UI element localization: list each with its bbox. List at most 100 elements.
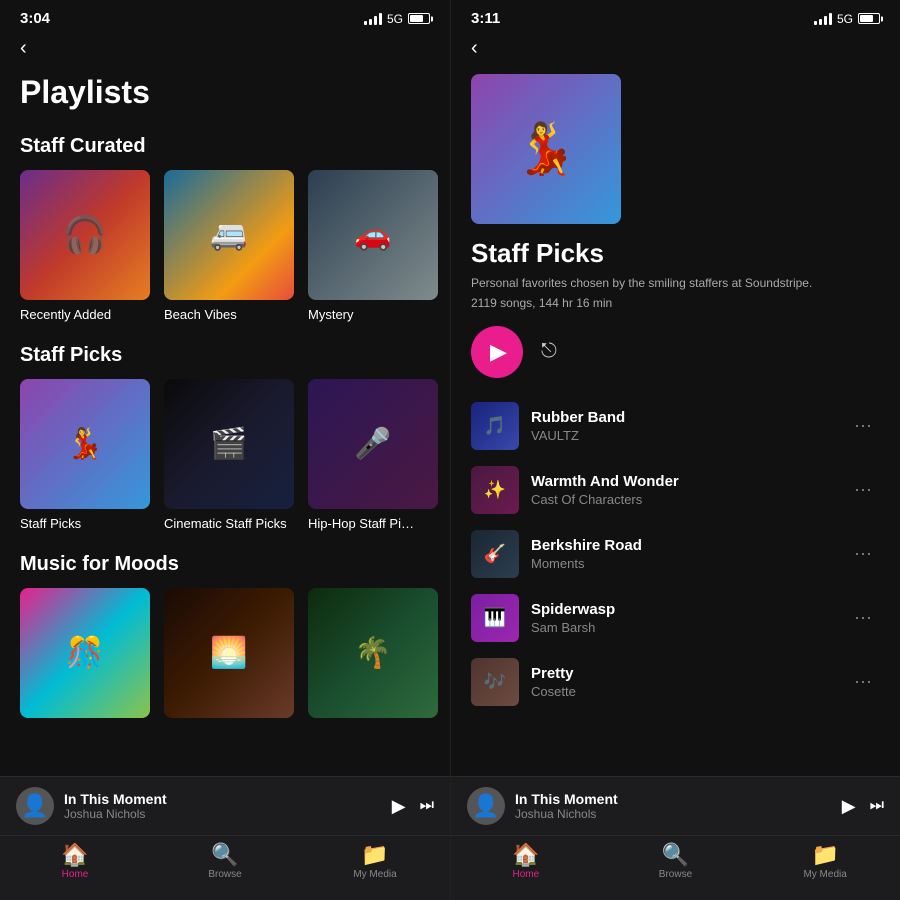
skip-button-left[interactable]: ⏭	[420, 797, 434, 815]
now-playing-avatar-right	[467, 787, 505, 825]
now-playing-title-right: In This Moment	[515, 791, 832, 807]
card-recently-added[interactable]: Recently Added	[20, 170, 150, 322]
mymedia-icon-left: 📁	[361, 844, 388, 866]
tab-home-label-left: Home	[62, 869, 89, 880]
back-button-left[interactable]: ‹	[0, 31, 450, 66]
song-title-spiderwasp: Spiderwasp	[531, 601, 834, 618]
moods-row	[0, 588, 450, 739]
card-img-beach-vibes	[164, 170, 294, 300]
song-item-warmth-wonder[interactable]: Warmth And Wonder Cast Of Characters ···	[461, 458, 890, 522]
back-button-right[interactable]: ‹	[451, 31, 900, 66]
tab-browse-label-right: Browse	[659, 869, 692, 880]
staff-curated-row: Recently Added Beach Vibes Mystery	[0, 170, 450, 336]
play-button-large[interactable]: ▶	[471, 326, 523, 378]
home-icon-left: 🏠	[61, 844, 88, 866]
song-item-pretty[interactable]: Pretty Cosette ···	[461, 650, 890, 714]
song-thumb-berkshire-road	[471, 530, 519, 578]
mymedia-icon-right: 📁	[811, 844, 838, 866]
playlist-description: Personal favorites chosen by the smiling…	[471, 275, 880, 292]
skip-button-right[interactable]: ⏭	[870, 797, 884, 815]
scroll-right: Staff Picks Personal favorites chosen by…	[451, 66, 900, 776]
song-item-spiderwasp[interactable]: Spiderwasp Sam Barsh ···	[461, 586, 890, 650]
card-label-cinematic: Cinematic Staff Picks	[164, 516, 294, 531]
time-right: 3:11	[471, 10, 500, 27]
card-staff-picks[interactable]: Staff Picks	[20, 379, 150, 531]
share-button[interactable]: ⎋	[541, 340, 557, 363]
card-img-cinematic	[164, 379, 294, 509]
play-button-left[interactable]: ▶	[392, 796, 406, 817]
card-mystery[interactable]: Mystery	[308, 170, 438, 322]
card-img-hiphop	[308, 379, 438, 509]
song-thumb-pretty	[471, 658, 519, 706]
tab-browse-label-left: Browse	[208, 869, 241, 880]
status-right-left: 5G	[364, 12, 430, 26]
battery-fill-left	[410, 15, 423, 22]
signal-bar-2	[369, 19, 372, 25]
more-button-rubber-band[interactable]: ···	[846, 411, 880, 440]
song-list: Rubber Band VAULTZ ··· Warmth And Wonder…	[451, 394, 900, 714]
card-mood2[interactable]	[164, 588, 294, 725]
signal-bars-right	[814, 13, 832, 25]
section-title-moods: Music for Moods	[0, 545, 450, 588]
card-img-mystery	[308, 170, 438, 300]
tab-browse-left[interactable]: 🔍 Browse	[190, 844, 260, 880]
card-hiphop[interactable]: Hip-Hop Staff Pi…	[308, 379, 438, 531]
song-artist-spiderwasp: Sam Barsh	[531, 620, 834, 635]
section-title-staff-picks: Staff Picks	[0, 336, 450, 379]
playlist-meta: 2119 songs, 144 hr 16 min	[471, 296, 880, 310]
signal-bar-r4	[829, 13, 832, 25]
more-button-warmth-wonder[interactable]: ···	[846, 475, 880, 504]
tab-mymedia-right[interactable]: 📁 My Media	[790, 844, 860, 880]
card-img-mood2	[164, 588, 294, 718]
card-label-beach-vibes: Beach Vibes	[164, 307, 294, 322]
signal-bar-4	[379, 13, 382, 25]
card-cinematic[interactable]: Cinematic Staff Picks	[164, 379, 294, 531]
tab-mymedia-left[interactable]: 📁 My Media	[340, 844, 410, 880]
song-info-warmth-wonder: Warmth And Wonder Cast Of Characters	[531, 473, 834, 507]
now-playing-controls-right: ▶ ⏭	[842, 796, 884, 817]
more-button-spiderwasp[interactable]: ···	[846, 603, 880, 632]
staff-picks-row: Staff Picks Cinematic Staff Picks Hip-Ho…	[0, 379, 450, 545]
song-thumb-rubber-band	[471, 402, 519, 450]
playlist-hero-image	[471, 74, 621, 224]
song-info-berkshire-road: Berkshire Road Moments	[531, 537, 834, 571]
tab-mymedia-label-left: My Media	[353, 869, 396, 880]
now-playing-title-left: In This Moment	[64, 791, 382, 807]
card-img-recently-added	[20, 170, 150, 300]
signal-bar-r1	[814, 21, 817, 25]
play-button-right[interactable]: ▶	[842, 796, 856, 817]
time-left: 3:04	[20, 10, 50, 27]
card-beach-vibes[interactable]: Beach Vibes	[164, 170, 294, 322]
song-item-berkshire-road[interactable]: Berkshire Road Moments ···	[461, 522, 890, 586]
more-button-pretty[interactable]: ···	[846, 667, 880, 696]
playlist-info: Staff Picks Personal favorites chosen by…	[451, 238, 900, 378]
song-title-warmth-wonder: Warmth And Wonder	[531, 473, 834, 490]
right-panel: 3:11 5G ‹ Staff Picks Personal favorites…	[450, 0, 900, 900]
song-item-rubber-band[interactable]: Rubber Band VAULTZ ···	[461, 394, 890, 458]
more-button-berkshire-road[interactable]: ···	[846, 539, 880, 568]
network-right: 5G	[837, 12, 853, 26]
now-playing-info-right: In This Moment Joshua Nichols	[515, 791, 832, 821]
now-playing-avatar-left	[16, 787, 54, 825]
card-mood3[interactable]	[308, 588, 438, 725]
now-playing-bar-left: In This Moment Joshua Nichols ▶ ⏭	[0, 776, 450, 835]
tab-home-right[interactable]: 🏠 Home	[491, 844, 561, 880]
card-label-mystery: Mystery	[308, 307, 438, 322]
playlist-name: Staff Picks	[471, 238, 880, 269]
signal-bars-left	[364, 13, 382, 25]
song-artist-warmth-wonder: Cast Of Characters	[531, 492, 834, 507]
card-label-hiphop: Hip-Hop Staff Pi…	[308, 516, 438, 531]
network-left: 5G	[387, 12, 403, 26]
now-playing-artist-left: Joshua Nichols	[64, 807, 382, 821]
card-mood1[interactable]	[20, 588, 150, 725]
signal-bar-r3	[824, 16, 827, 25]
tab-home-left[interactable]: 🏠 Home	[40, 844, 110, 880]
scroll-left: Playlists Staff Curated Recently Added B…	[0, 66, 450, 776]
now-playing-artist-right: Joshua Nichols	[515, 807, 832, 821]
battery-fill-right	[860, 15, 873, 22]
signal-bar-3	[374, 16, 377, 25]
tab-browse-right[interactable]: 🔍 Browse	[640, 844, 710, 880]
song-title-berkshire-road: Berkshire Road	[531, 537, 834, 554]
status-right-right: 5G	[814, 12, 880, 26]
browse-icon-right: 🔍	[662, 844, 689, 866]
